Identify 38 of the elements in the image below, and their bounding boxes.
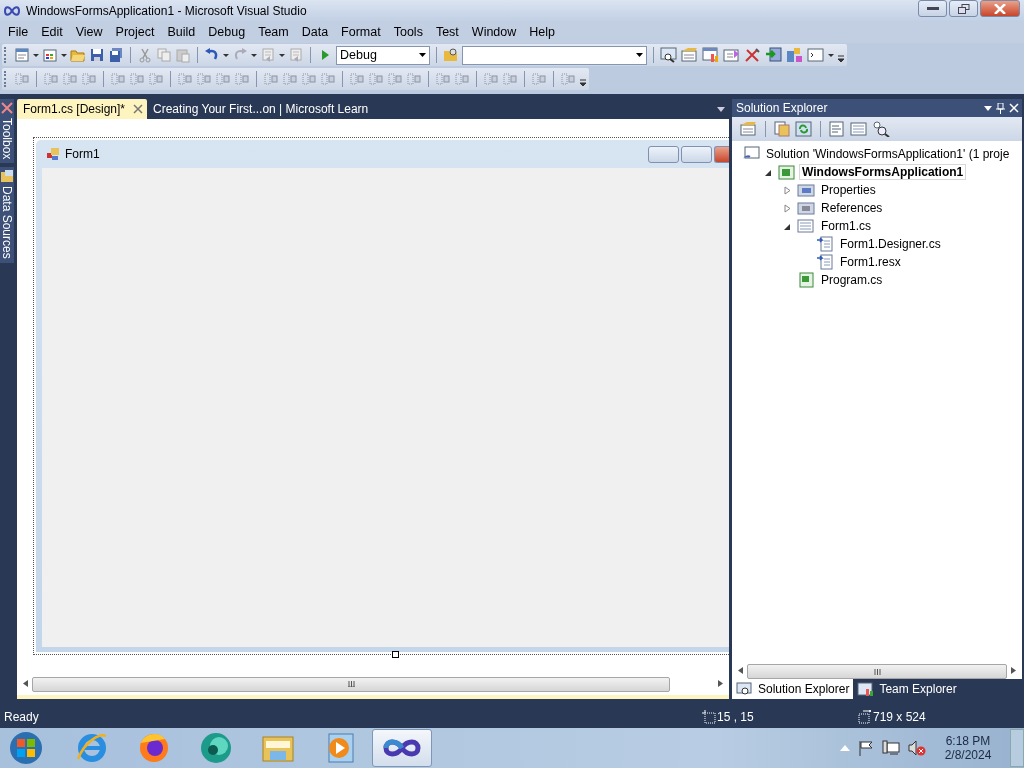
menu-item[interactable]: Project [110,23,163,41]
menu-item[interactable]: Tools [388,23,431,41]
menu-item[interactable]: Edit [36,23,71,41]
menu-item[interactable]: Help [524,23,563,41]
form-window[interactable]: Form1 [33,137,729,655]
document-tab[interactable]: Form1.cs [Design]* [17,99,148,119]
tree-item[interactable]: References [818,200,886,216]
tree-item[interactable]: Form1.Designer.cs [837,236,944,252]
tree-item[interactable]: Program.cs [818,272,886,288]
document-tab[interactable]: Creating Your First...on | Microsoft Learn [147,99,373,119]
panel-tab[interactable]: Solution Explorer [732,679,854,699]
menu-item[interactable]: Team [253,23,297,41]
status-text: Ready [4,709,40,724]
clock-time[interactable]: 6:18 PM [945,734,991,748]
side-tab[interactable]: Toolbox [0,99,14,164]
tree-item[interactable]: Solution 'WindowsFormsApplication1' (1 proje [763,146,1013,162]
side-tab[interactable]: Data Sources [0,167,14,264]
menu-item[interactable]: Data [296,23,337,41]
configuration-dropdown[interactable]: Debug [336,45,430,65]
size-readout: 719 x 524 [873,709,926,724]
clock-date[interactable]: 2/8/2024 [944,748,992,762]
position-readout: 15 , 15 [717,709,754,724]
menu-item[interactable]: Build [162,23,204,41]
tree-item[interactable]: Form1.resx [837,254,904,270]
panel-tab[interactable]: Team Explorer [853,679,961,699]
window-title: WindowsFormsApplication1 - Microsoft Visual Studio [26,3,308,18]
tree-item[interactable]: Properties [818,182,879,198]
menu-item[interactable]: File [3,23,37,41]
menu-item[interactable]: Test [430,23,467,41]
menu-item[interactable]: View [70,23,111,41]
panel-title: Solution Explorer [736,101,829,115]
form-title: Form1 [65,147,101,161]
menu-item[interactable]: Window [466,23,525,41]
tree-item[interactable]: WindowsFormsApplication1 [799,164,967,180]
menu-item[interactable]: Debug [203,23,254,41]
dropdown-value: Debug [340,48,377,62]
tree-item[interactable]: Form1.cs [818,218,874,234]
menu-item[interactable]: Format [336,23,389,41]
